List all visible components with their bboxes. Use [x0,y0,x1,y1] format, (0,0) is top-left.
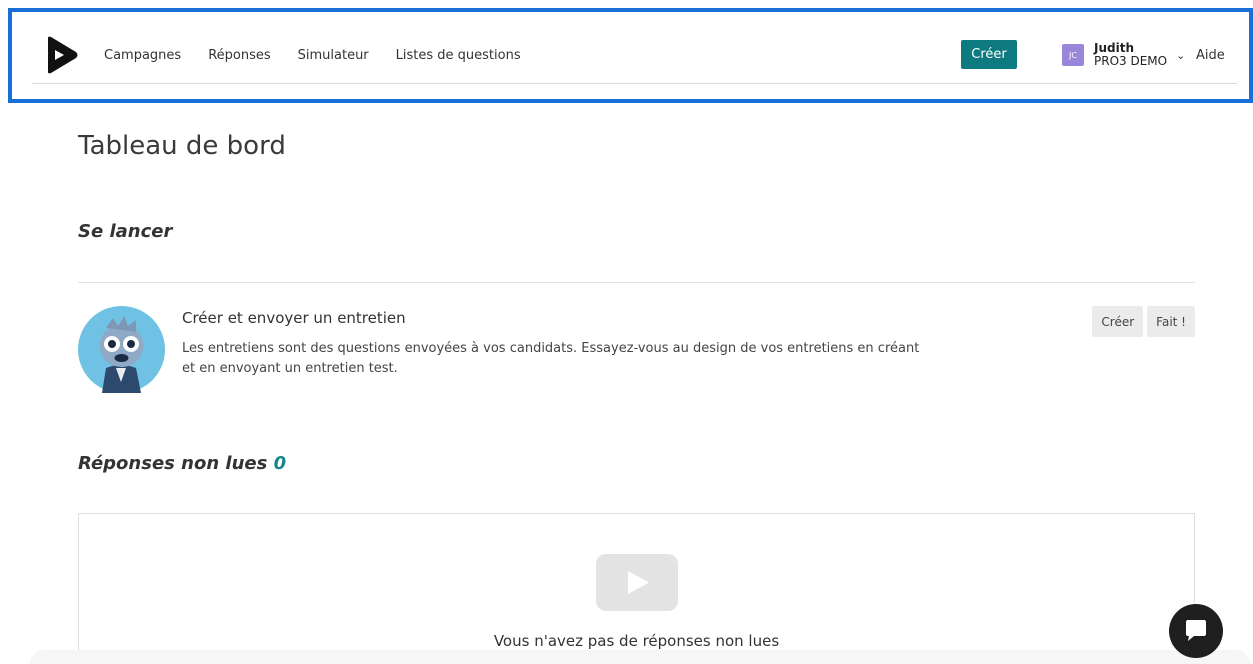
page-title: Tableau de bord [78,131,286,161]
empty-state-panel: Vous n'avez pas de réponses non lues [78,513,1195,664]
avatar: JC [1062,44,1084,66]
empty-state-message: Vous n'avez pas de réponses non lues [493,632,780,650]
user-info: Judith PRO3 DEMO [1094,42,1167,68]
task-done-button[interactable]: Fait ! [1147,306,1195,337]
help-link[interactable]: Aide [1196,48,1225,63]
chevron-down-icon[interactable]: ⌄ [1176,49,1185,62]
video-play-icon [596,554,678,611]
nav-reponses[interactable]: Réponses [208,48,270,63]
task-create-button[interactable]: Créer [1092,306,1144,337]
onboarding-task: Créer et envoyer un entretien Les entret… [78,306,1195,396]
user-org: PRO3 DEMO [1094,54,1168,68]
brand-logo-icon[interactable] [42,36,78,74]
unread-count: 0 [273,453,287,474]
bottom-overlay [30,650,1250,664]
top-navigation-bar: Campagnes Réponses Simulateur Listes de … [8,8,1253,103]
task-description: Les entretiens sont des questions envoyé… [182,341,920,376]
main-nav: Campagnes Réponses Simulateur Listes de … [104,48,521,63]
nav-campagnes[interactable]: Campagnes [104,48,181,63]
nav-simulateur[interactable]: Simulateur [298,48,369,63]
task-actions: Créer Fait ! [1092,306,1195,337]
unread-responses-title: Réponses non lues 0 [78,453,286,474]
chat-launcher-button[interactable] [1169,604,1223,658]
chat-bubble-icon [1186,620,1206,641]
mascot-avatar-icon [78,306,165,393]
nav-listes-de-questions[interactable]: Listes de questions [396,48,521,63]
create-button[interactable]: Créer [961,40,1017,69]
unread-title-label: Réponses non lues [78,453,268,474]
divider [78,282,1195,283]
getting-started-title: Se lancer [78,221,173,242]
header-inner: Campagnes Réponses Simulateur Listes de … [32,12,1237,84]
task-title: Créer et envoyer un entretien [182,309,406,327]
user-menu[interactable]: JC Judith PRO3 DEMO ⌄ [1062,40,1185,70]
